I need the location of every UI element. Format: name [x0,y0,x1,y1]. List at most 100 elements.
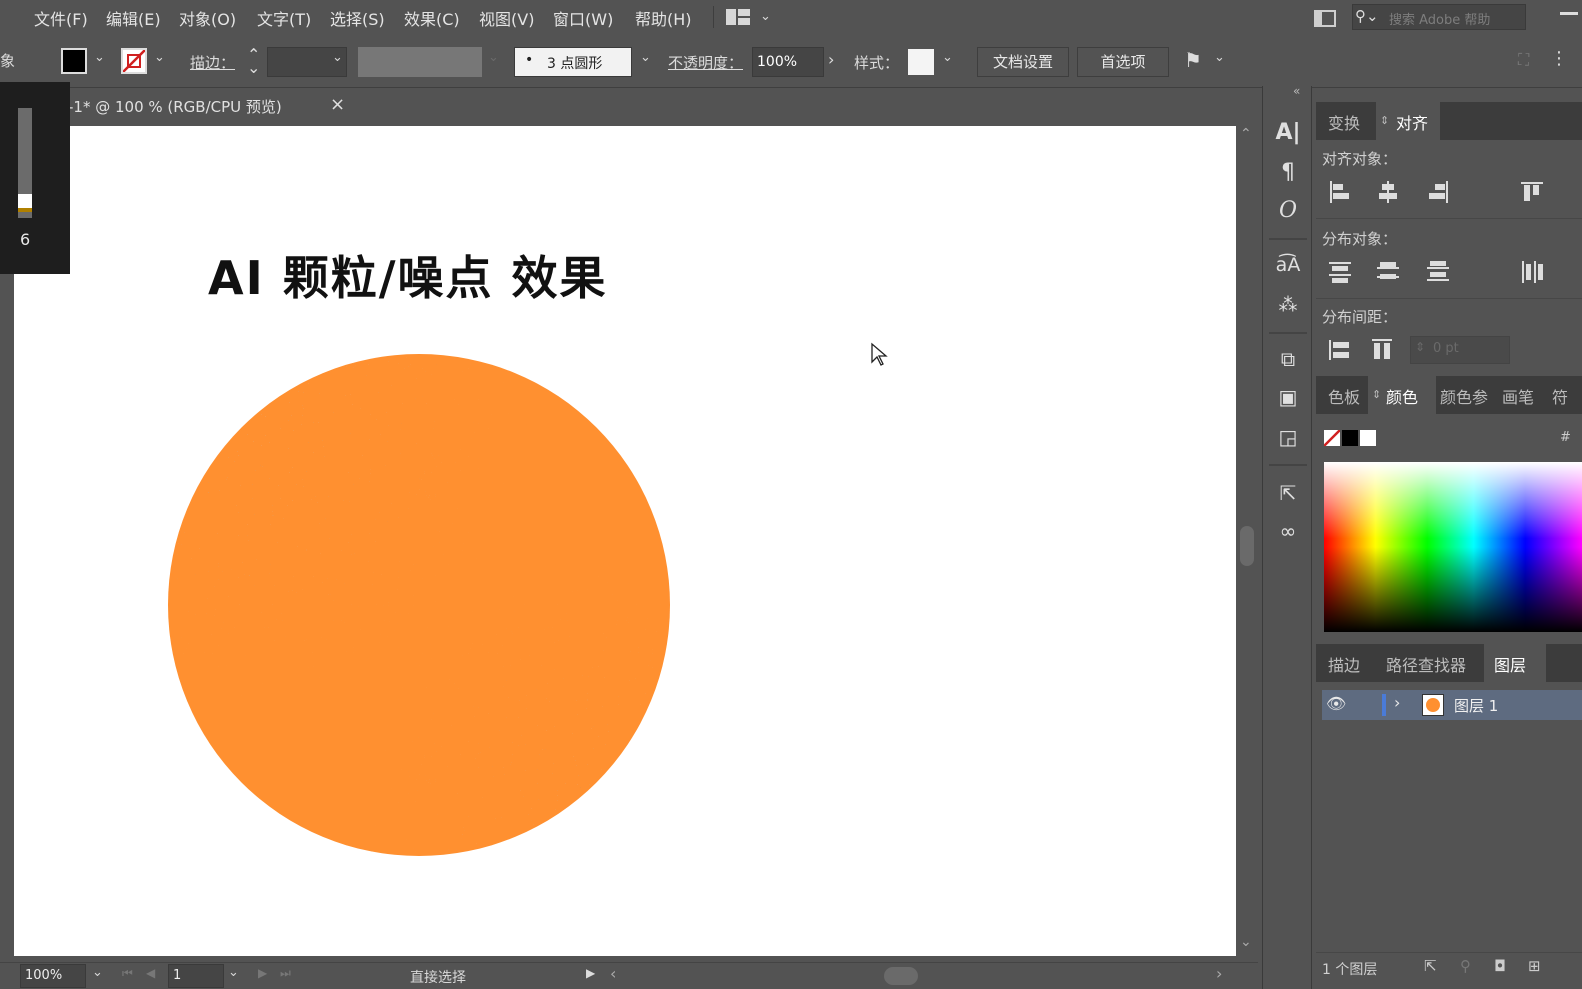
menu-window[interactable]: 窗口(W) [553,6,613,30]
chevron-down-icon[interactable]: ⌄ [488,50,499,65]
artboard[interactable]: AI 颗粒/噪点 效果 [14,126,1236,956]
brush-size-handle[interactable] [18,194,32,212]
help-search-box[interactable]: ⚲⌄ 搜索 Adobe 帮助 [1352,4,1526,30]
character-panel-icon[interactable]: A| [1275,120,1301,146]
artboard-heading[interactable]: AI 颗粒/噪点 效果 [208,242,608,308]
vertical-distribute-space-icon[interactable] [1326,336,1354,364]
tab-color[interactable]: 颜色 [1386,384,1418,408]
last-page-icon[interactable]: ⏭ [280,966,291,981]
opacity-field[interactable]: 100% [752,47,824,77]
align-left-icon[interactable] [1326,178,1354,206]
scroll-right-icon[interactable]: › [1216,964,1222,983]
close-icon[interactable]: × [330,94,345,115]
grain-circle[interactable] [164,350,674,860]
panel-menu-icon[interactable]: ⋮ [1550,48,1568,69]
links-icon[interactable]: ∞ [1275,518,1301,544]
asset-export-icon[interactable]: ▣ [1275,384,1301,410]
stroke-stepper-icon[interactable]: ⌃ ⌄ [247,47,260,76]
opentype-panel-icon[interactable]: O [1275,198,1301,224]
collapse-icon[interactable]: « [1293,84,1300,98]
tab-align[interactable]: 对齐 [1396,110,1428,134]
tab-color-guide[interactable]: 颜色参 [1440,384,1488,408]
spacing-field[interactable]: ⇕ 0 pt [1410,336,1510,364]
menu-view[interactable]: 视图(V) [479,6,534,30]
chevron-down-icon[interactable]: ⌄ [154,50,165,65]
chevron-down-icon[interactable]: ⌄ [942,50,953,65]
first-page-icon[interactable]: ⏮ [122,966,133,981]
chevron-down-icon[interactable]: ⌄ [640,50,651,65]
vertical-scrollbar[interactable]: ⌃ ⌄ [1238,126,1254,956]
fill-swatch[interactable] [61,48,87,74]
menu-type[interactable]: 文字(T) [257,6,311,30]
menu-file[interactable]: 文件(F) [34,6,88,30]
export-selection-icon[interactable]: ⇱ [1424,957,1437,975]
export-icon[interactable]: ⇱ [1275,480,1301,506]
align-top-icon[interactable] [1518,178,1546,206]
style-swatch[interactable] [908,49,934,75]
menu-effect[interactable]: 效果(C) [404,6,460,30]
menu-help[interactable]: 帮助(H) [635,6,692,30]
distribute-bottom-icon[interactable] [1424,258,1452,286]
menu-edit[interactable]: 编辑(E) [106,6,161,30]
horizontal-scroll-thumb[interactable] [884,967,918,985]
new-sublayer-icon[interactable]: ⊞ [1528,957,1541,975]
chevron-down-icon[interactable]: ⌄ [332,50,343,65]
locate-object-icon[interactable]: ⚲ [1460,957,1471,975]
scroll-up-icon[interactable]: ⌃ [1240,126,1252,142]
chevron-down-icon[interactable]: ⌄ [1214,50,1225,65]
arrange-docs-icon[interactable] [1314,10,1336,27]
color-spectrum[interactable] [1324,462,1582,632]
page-field[interactable]: 1 [168,964,224,988]
tab-brushes[interactable]: 画笔 [1502,384,1534,408]
black-swatch[interactable] [1342,430,1358,446]
distribute-left-icon[interactable] [1518,258,1546,286]
transform-icon[interactable]: ⧉ [1275,346,1301,372]
layer-name[interactable]: 图层 1 [1454,695,1498,716]
chevron-down-icon[interactable]: ⌄ [92,965,103,980]
tab-transform[interactable]: 变换 [1328,110,1360,134]
none-swatch[interactable] [1323,429,1341,447]
white-swatch[interactable] [1360,430,1376,446]
stroke-swatch[interactable] [121,48,147,74]
chevron-down-icon[interactable]: ⌄ [760,9,771,24]
tab-stroke[interactable]: 描边 [1328,652,1360,676]
document-setup-button[interactable]: 文档设置 [977,47,1069,77]
minimize-icon[interactable] [1560,12,1578,15]
status-menu-icon[interactable]: ▶ [586,966,595,980]
preferences-button[interactable]: 首选项 [1077,47,1169,77]
tab-layers[interactable]: 图层 [1494,652,1526,676]
brush-definition-field[interactable]: • 3 点圆形 [514,47,632,77]
distribute-vertical-center-icon[interactable] [1374,258,1402,286]
horizontal-distribute-space-icon[interactable] [1368,336,1396,364]
chevron-down-icon[interactable]: ⌄ [228,965,239,980]
distribute-top-icon[interactable] [1326,258,1354,286]
variable-width-profile[interactable] [358,47,482,77]
eye-icon[interactable]: 👁 [1326,694,1346,713]
chevron-right-icon[interactable]: › [1394,693,1400,712]
workspace-switcher-icon[interactable] [726,9,750,29]
character-styles-icon[interactable]: a͡A [1275,252,1301,278]
isolate-icon[interactable]: ⛶ [1518,50,1529,70]
scroll-thumb[interactable] [1240,526,1254,566]
clipping-mask-icon[interactable]: ◘ [1494,957,1506,975]
menu-select[interactable]: 选择(S) [330,6,385,30]
paragraph-panel-icon[interactable]: ¶ [1275,160,1301,186]
zoom-field[interactable]: 100% [20,964,86,988]
chevron-down-icon[interactable]: ⌄ [94,50,105,65]
menu-object[interactable]: 对象(O) [179,6,236,30]
next-page-icon[interactable]: ▶ [258,966,267,980]
align-right-icon[interactable] [1424,178,1452,206]
opacity-label[interactable]: 不透明度： [668,52,743,73]
tab-pathfinder[interactable]: 路径查找器 [1386,652,1466,676]
flag-icon[interactable]: ⚑ [1184,48,1202,72]
prev-page-icon[interactable]: ◀ [146,966,155,980]
scroll-down-icon[interactable]: ⌄ [1240,934,1252,950]
layer-row[interactable]: 👁 › 图层 1 [1322,690,1582,720]
chevron-right-icon[interactable]: › [828,50,834,69]
align-horizontal-center-icon[interactable] [1374,178,1402,206]
document-tab[interactable]: -1* @ 100 % (RGB/CPU 预览) × [60,90,350,122]
tab-symbols[interactable]: 符 [1552,384,1568,408]
paragraph-styles-icon[interactable]: ⁂ [1275,292,1301,318]
scroll-left-icon[interactable]: ‹ [610,964,616,983]
artboards-icon[interactable]: ◲ [1275,424,1301,450]
